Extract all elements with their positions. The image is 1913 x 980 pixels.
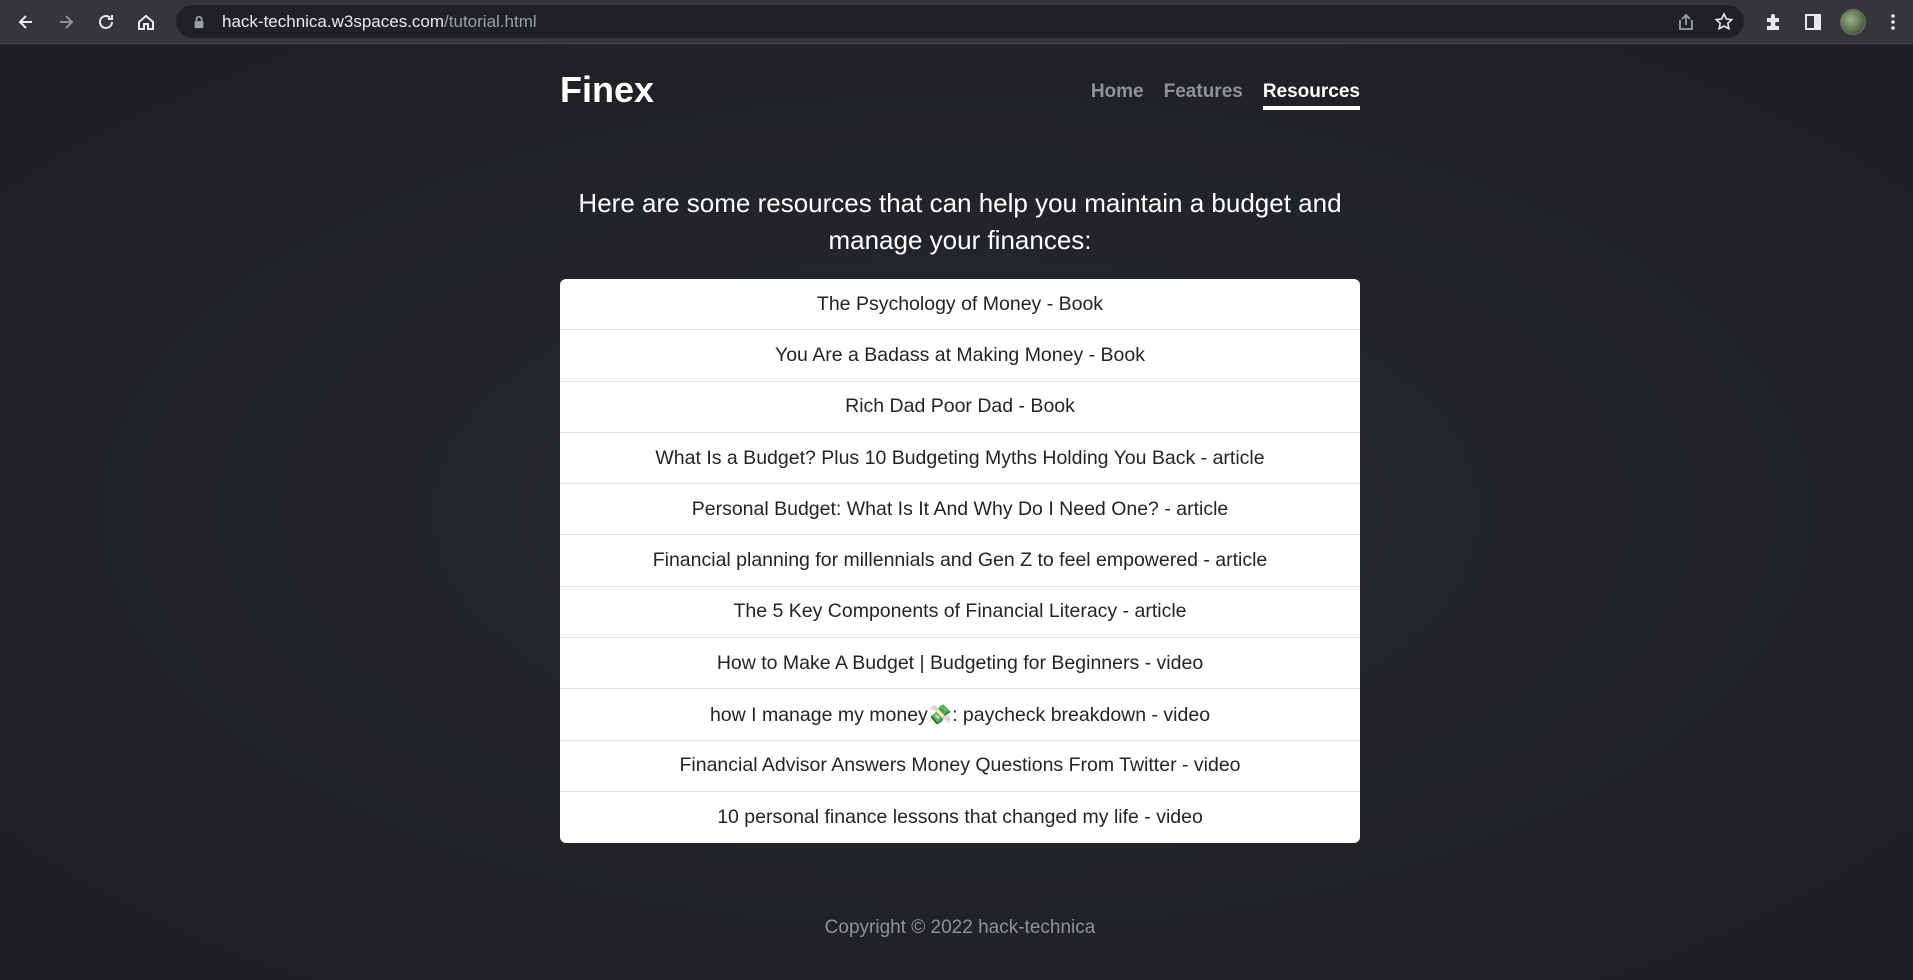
reload-icon (99, 14, 113, 29)
forward-arrow-icon (60, 14, 74, 29)
resource-item[interactable]: Personal Budget: What Is It And Why Do I… (560, 484, 1360, 536)
side-panel-icon (1805, 14, 1821, 30)
share-icon[interactable] (1676, 12, 1696, 32)
resource-item[interactable]: The Psychology of Money - Book (560, 279, 1360, 331)
back-button[interactable] (6, 0, 46, 44)
avatar (1840, 9, 1866, 35)
profile-button[interactable] (1833, 0, 1873, 44)
nav-home[interactable]: Home (1091, 65, 1144, 110)
home-icon (138, 14, 154, 30)
lock-icon (190, 13, 208, 31)
browser-toolbar: hack-technica.w3spaces.com/tutorial.html (0, 0, 1913, 44)
side-panel-button[interactable] (1793, 0, 1833, 44)
address-bar[interactable]: hack-technica.w3spaces.com/tutorial.html (176, 5, 1744, 38)
copyright-footer: Copyright © 2022 hack-technica (824, 917, 1096, 938)
resource-item[interactable]: What Is a Budget? Plus 10 Budgeting Myth… (560, 433, 1360, 485)
forward-button[interactable] (46, 0, 86, 44)
reload-button[interactable] (86, 0, 126, 44)
home-button[interactable] (126, 0, 166, 44)
resource-item[interactable]: 10 personal finance lessons that changed… (560, 792, 1360, 843)
nav-features[interactable]: Features (1164, 65, 1243, 110)
resource-item[interactable]: The 5 Key Components of Financial Litera… (560, 587, 1360, 639)
menu-button[interactable] (1873, 0, 1913, 44)
resource-item[interactable]: how I manage my money💸: paycheck breakdo… (560, 689, 1360, 741)
page-content: Finex Home Features Resources Here are s… (0, 45, 1913, 980)
puzzle-icon (1767, 14, 1779, 30)
kebab-menu-icon (1891, 14, 1895, 30)
back-arrow-icon (18, 14, 32, 29)
nav-resources[interactable]: Resources (1262, 65, 1360, 110)
brand-logo[interactable]: Finex (560, 69, 654, 111)
url-path: /tutorial.html (444, 11, 537, 31)
extensions-button[interactable] (1753, 0, 1793, 44)
intro-text: Here are some resources that can help yo… (578, 188, 1342, 255)
site-header: Finex Home Features Resources (560, 65, 1360, 135)
resource-item[interactable]: Financial planning for millennials and G… (560, 535, 1360, 587)
resource-item[interactable]: How to Make A Budget | Budgeting for Beg… (560, 638, 1360, 690)
url-text: hack-technica.w3spaces.com/tutorial.html (222, 12, 537, 32)
url-host: hack-technica.w3spaces.com (222, 11, 445, 31)
resource-item[interactable]: You Are a Badass at Making Money - Book (560, 330, 1360, 382)
site-nav: Home Features Resources (1091, 65, 1360, 110)
resource-item[interactable]: Financial Advisor Answers Money Question… (560, 741, 1360, 792)
bookmark-star-icon[interactable] (1714, 11, 1734, 32)
resource-item[interactable]: Rich Dad Poor Dad - Book (560, 382, 1360, 433)
resource-list: The Psychology of Money - Book You Are a… (560, 279, 1360, 843)
